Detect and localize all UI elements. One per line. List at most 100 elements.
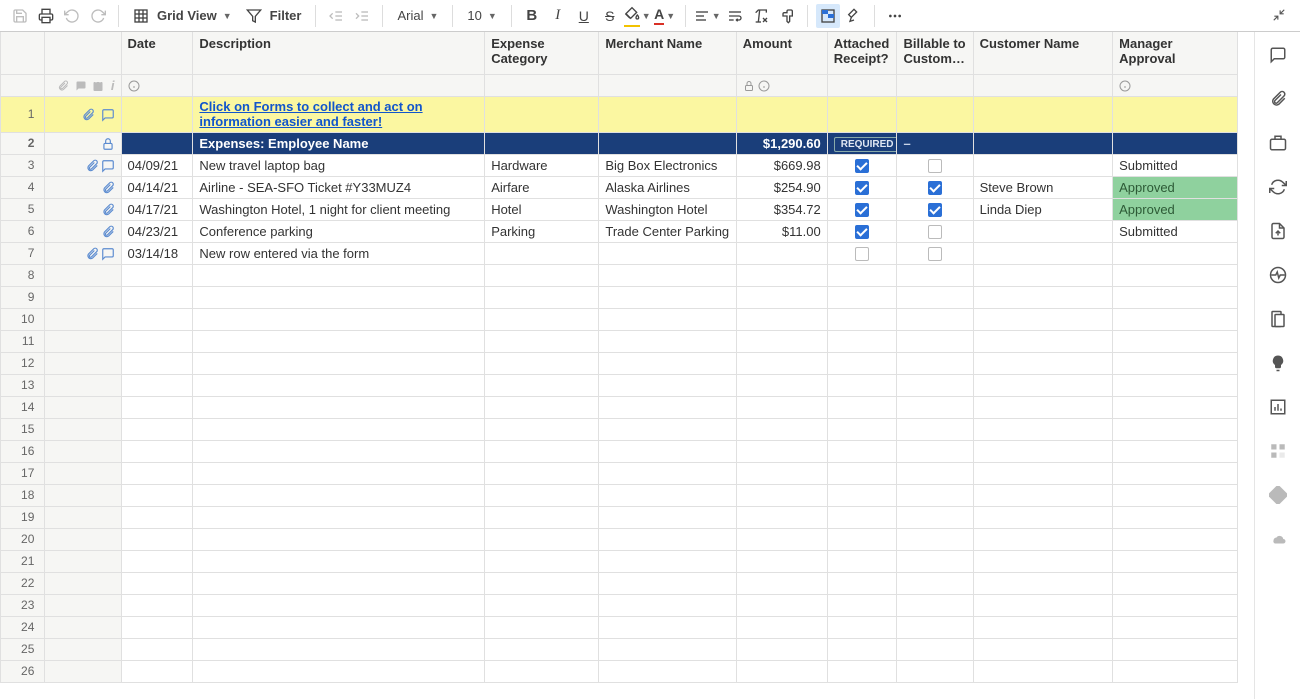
proof-icon[interactable] (1267, 132, 1289, 154)
cell-cat[interactable]: Hardware (485, 154, 599, 176)
billable-checkbox[interactable] (928, 225, 942, 239)
empty-row[interactable]: 13 (1, 374, 1238, 396)
empty-row[interactable]: 12 (1, 352, 1238, 374)
conversations-icon[interactable] (1267, 44, 1289, 66)
more-icon[interactable] (883, 4, 907, 28)
cell-date[interactable]: 04/17/21 (121, 198, 193, 220)
align-icon[interactable]: ▼ (694, 4, 721, 28)
cell-receipt[interactable] (827, 242, 897, 264)
title-label[interactable]: Expenses: Employee Name (193, 132, 485, 154)
cell-receipt[interactable] (827, 220, 897, 242)
indent-icon[interactable] (350, 4, 374, 28)
wrap-icon[interactable] (723, 4, 747, 28)
data-row[interactable]: 604/23/21Conference parkingParkingTrade … (1, 220, 1238, 242)
format-painter-icon[interactable] (775, 4, 799, 28)
col-approval[interactable]: Manager Approval (1113, 32, 1238, 74)
cell-customer[interactable]: Steve Brown (973, 176, 1113, 198)
sheet-area[interactable]: Date Description Expense Category Mercha… (0, 32, 1254, 699)
col-date[interactable]: Date (121, 32, 193, 74)
cell-approval[interactable]: Submitted (1113, 220, 1238, 242)
cell-merch[interactable]: Big Box Electronics (599, 154, 736, 176)
chart-rail-icon[interactable] (1267, 396, 1289, 418)
cell-merch[interactable]: Washington Hotel (599, 198, 736, 220)
cell-amt[interactable]: $254.90 (736, 176, 827, 198)
cell-date[interactable]: 04/14/21 (121, 176, 193, 198)
receipt-checkbox[interactable] (855, 159, 869, 173)
receipt-checkbox[interactable] (855, 247, 869, 261)
redo-icon[interactable] (86, 4, 110, 28)
cell-cat[interactable] (485, 242, 599, 264)
cell-cat[interactable]: Parking (485, 220, 599, 242)
cell-billable[interactable] (897, 198, 973, 220)
attach-icon[interactable] (81, 108, 95, 122)
collapse-toolbar-icon[interactable] (1272, 8, 1286, 25)
billable-checkbox[interactable] (928, 203, 942, 217)
conditional-format-icon[interactable] (816, 4, 840, 28)
attach-icon[interactable] (101, 181, 115, 195)
cell-desc[interactable]: New travel laptop bag (193, 154, 485, 176)
cell-customer[interactable] (973, 154, 1113, 176)
text-color-icon[interactable]: A▼ (653, 4, 677, 28)
empty-row[interactable]: 14 (1, 396, 1238, 418)
resource-mgmt-icon[interactable] (1267, 484, 1289, 506)
highlight-icon[interactable] (842, 4, 866, 28)
empty-row[interactable]: 8 (1, 264, 1238, 286)
cell-approval[interactable] (1113, 242, 1238, 264)
empty-row[interactable]: 17 (1, 462, 1238, 484)
cell-date[interactable]: 04/09/21 (121, 154, 193, 176)
cell-customer[interactable] (973, 220, 1113, 242)
empty-row[interactable]: 22 (1, 572, 1238, 594)
comment-icon[interactable] (101, 159, 115, 173)
data-row[interactable]: 404/14/21Airline - SEA-SFO Ticket #Y33MU… (1, 176, 1238, 198)
receipt-checkbox[interactable] (855, 225, 869, 239)
underline-icon[interactable]: U (572, 4, 596, 28)
cell-amt[interactable] (736, 242, 827, 264)
attachments-rail-icon[interactable] (1267, 88, 1289, 110)
cell-customer[interactable]: Linda Diep (973, 198, 1113, 220)
cell-merch[interactable]: Trade Center Parking (599, 220, 736, 242)
attach-icon[interactable] (101, 203, 115, 217)
billable-checkbox[interactable] (928, 247, 942, 261)
cell-receipt[interactable] (827, 198, 897, 220)
font-size-selector[interactable]: 10▼ (461, 4, 502, 28)
attach-icon[interactable] (85, 247, 99, 261)
cell-desc[interactable]: Washington Hotel, 1 night for client mee… (193, 198, 485, 220)
empty-row[interactable]: 19 (1, 506, 1238, 528)
data-row[interactable]: 703/14/18New row entered via the form (1, 242, 1238, 264)
cell[interactable] (121, 96, 193, 132)
cell-date[interactable]: 03/14/18 (121, 242, 193, 264)
empty-row[interactable]: 16 (1, 440, 1238, 462)
cell-desc[interactable]: New row entered via the form (193, 242, 485, 264)
clear-format-icon[interactable] (749, 4, 773, 28)
data-row[interactable]: 304/09/21New travel laptop bagHardwareBi… (1, 154, 1238, 176)
cell-customer[interactable] (973, 242, 1113, 264)
outdent-icon[interactable] (324, 4, 348, 28)
billable-checkbox[interactable] (928, 159, 942, 173)
cell-merch[interactable] (599, 242, 736, 264)
col-merchant[interactable]: Merchant Name (599, 32, 736, 74)
cell-amt[interactable]: $669.98 (736, 154, 827, 176)
col-amount[interactable]: Amount (736, 32, 827, 74)
bold-icon[interactable]: B (520, 4, 544, 28)
cell-billable[interactable] (897, 154, 973, 176)
strikethrough-icon[interactable]: S (598, 4, 622, 28)
cell-cat[interactable]: Airfare (485, 176, 599, 198)
undo-icon[interactable] (60, 4, 84, 28)
empty-row[interactable]: 25 (1, 638, 1238, 660)
col-receipt[interactable]: Attached Receipt? (827, 32, 897, 74)
cell-amt[interactable]: $354.72 (736, 198, 827, 220)
activity-log-icon[interactable] (1267, 264, 1289, 286)
attach-icon[interactable] (101, 225, 115, 239)
cell-desc[interactable]: Airline - SEA-SFO Ticket #Y33MUZ4 (193, 176, 485, 198)
col-billable[interactable]: Billable to Custom… (897, 32, 973, 74)
col-customer[interactable]: Customer Name (973, 32, 1113, 74)
empty-row[interactable]: 10 (1, 308, 1238, 330)
cell-amt[interactable]: $11.00 (736, 220, 827, 242)
empty-row[interactable]: 15 (1, 418, 1238, 440)
italic-icon[interactable]: I (546, 4, 570, 28)
filter-button[interactable]: Filter (240, 4, 308, 28)
cell-receipt[interactable] (827, 154, 897, 176)
salesforce-icon[interactable] (1267, 528, 1289, 550)
empty-row[interactable]: 26 (1, 660, 1238, 682)
comment-icon[interactable] (101, 247, 115, 261)
